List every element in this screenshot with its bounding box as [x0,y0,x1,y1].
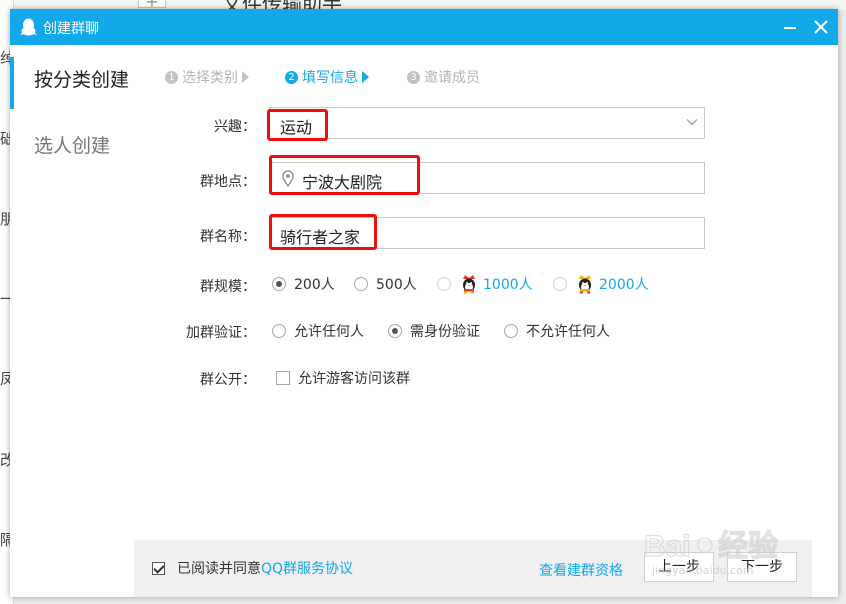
step-label: 填写信息 [302,70,358,86]
option-label: 不允许任何人 [526,324,610,340]
nav-item-label: 按分类创建 [34,69,130,91]
location-input[interactable]: 宁波大剧院 [269,162,705,194]
watermark-url: jingyan.baidu.com [652,564,754,577]
step-arrow-icon [242,71,249,83]
nav-item-by-person[interactable]: 选人创建 [10,111,140,173]
step-number: 2 [285,70,298,84]
scale-option-1000[interactable]: 1000人 [437,274,533,294]
nav-item-by-category[interactable]: 按分类创建 [10,45,140,109]
verify-option-identity[interactable]: 需身份验证 [388,321,480,341]
location-pin-icon [282,170,294,187]
radio-button[interactable] [437,277,451,291]
step-invite-members: 3 邀请成员 [407,67,480,87]
nav-item-label: 选人创建 [34,135,111,157]
option-label: 允许任何人 [294,324,364,340]
minimize-button[interactable] [778,15,802,39]
group-name-input[interactable]: 骑行者之家 [269,217,705,249]
step-number: 1 [165,70,178,84]
interest-value: 运动 [280,118,313,137]
dialog-title: 创建群聊 [43,21,99,37]
radio-button[interactable] [272,324,286,338]
close-icon [814,20,828,34]
interest-select[interactable]: 运动 [269,107,705,139]
step-choose-category: 1 选择类别 [165,67,249,87]
svip-penguin-icon [579,275,591,294]
scale-option-500[interactable]: 500人 [354,274,417,294]
active-indicator [10,57,14,109]
agreement-checkbox[interactable] [152,561,165,575]
step-arrow-icon [362,71,369,83]
agreement-row: 已阅读并同意 QQ群服务协议 [152,558,353,578]
location-label: 群地点： [200,174,256,190]
step-number: 3 [407,70,420,84]
radio-button[interactable] [388,324,402,338]
allow-visitors-option[interactable]: 允许游客访问该群 [276,368,410,388]
dialog-titlebar[interactable]: 创建群聊 [10,9,838,45]
create-mode-nav: 按分类创建 选人创建 [10,45,140,597]
vip-penguin-icon [463,275,475,294]
step-fill-info: 2 填写信息 [285,67,369,87]
group-name-label: 群名称： [200,229,256,245]
close-button[interactable] [809,15,833,39]
minimize-icon [784,27,796,29]
radio-button[interactable] [354,277,368,291]
verify-option-nobody[interactable]: 不允许任何人 [504,321,610,341]
agreement-text: 已阅读并同意 [177,561,261,577]
qq-penguin-icon [20,18,37,36]
option-label: 200人 [294,277,335,293]
chevron-down-icon [686,119,698,126]
option-label: 需身份验证 [410,324,480,340]
view-qualification-link[interactable]: 查看建群资格 [539,560,623,580]
checkbox-label: 允许游客访问该群 [298,371,410,387]
group-name-value: 骑行者之家 [280,228,361,247]
option-label: 2000人 [599,277,649,293]
service-agreement-link[interactable]: QQ群服务协议 [261,558,353,578]
step-label: 邀请成员 [424,70,480,86]
option-label: 1000人 [483,277,533,293]
public-label: 群公开： [200,372,256,388]
scale-option-2000[interactable]: 2000人 [553,274,649,294]
scale-label: 群规模： [200,279,256,295]
background-add-button: + [138,0,166,11]
radio-button[interactable] [553,277,567,291]
allow-visitors-checkbox[interactable] [276,371,290,385]
verify-label: 加群验证： [186,325,256,341]
radio-button[interactable] [504,324,518,338]
radio-button[interactable] [272,277,286,291]
step-label: 选择类别 [182,70,238,86]
interest-label: 兴趣： [214,119,256,135]
scale-option-200[interactable]: 200人 [272,274,335,294]
option-label: 500人 [376,277,417,293]
create-group-dialog: 创建群聊 按分类创建 选人创建 1 选择类别 2 填写信息 3 邀请成员 兴趣：… [10,9,838,597]
verify-option-anyone[interactable]: 允许任何人 [272,321,364,341]
location-value: 宁波大剧院 [302,173,383,192]
